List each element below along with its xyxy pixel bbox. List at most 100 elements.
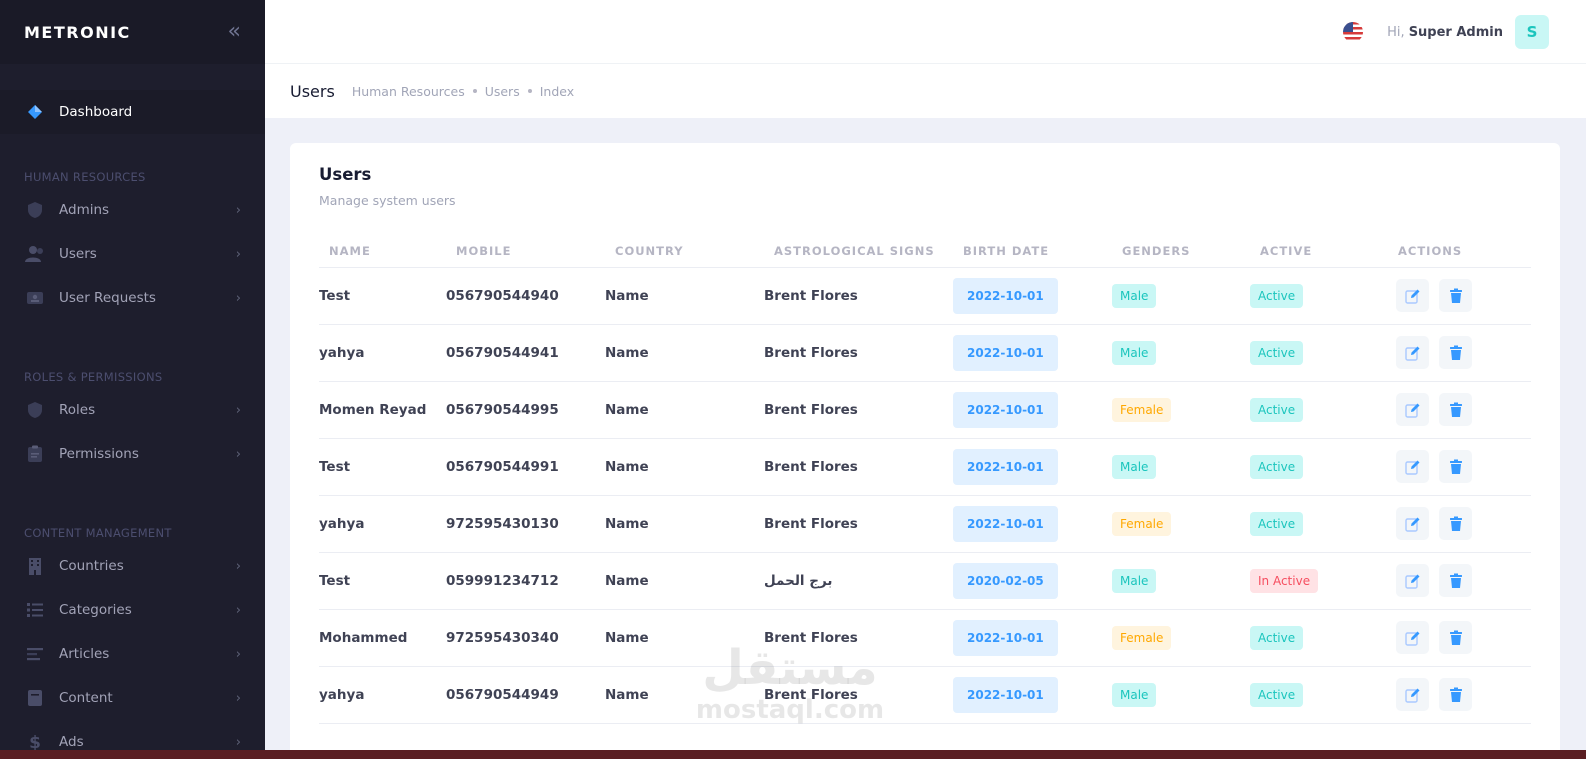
cell-gender: Female bbox=[1112, 495, 1250, 553]
edit-button[interactable] bbox=[1396, 279, 1429, 312]
edit-icon bbox=[1404, 288, 1421, 304]
edit-button[interactable] bbox=[1396, 393, 1429, 426]
cell-sign: برج الحمل bbox=[764, 552, 953, 610]
sidebar-item-label: Admins bbox=[59, 202, 110, 218]
edit-icon bbox=[1404, 630, 1421, 646]
sidebar-item-admins[interactable]: Admins › bbox=[0, 188, 265, 232]
shield-icon bbox=[24, 199, 46, 221]
sidebar-item-dashboard[interactable]: Dashboard bbox=[0, 90, 265, 134]
gender-badge: Male bbox=[1112, 283, 1157, 308]
sidebar-item-countries[interactable]: Countries › bbox=[0, 544, 265, 588]
user-name[interactable]: Super Admin bbox=[1409, 25, 1503, 40]
breadcrumb-separator bbox=[472, 89, 477, 93]
users-table: NAME MOBILE COUNTRY ASTROLOGICAL SIGNS B… bbox=[319, 236, 1531, 724]
breadcrumb-item[interactable]: Human Resources bbox=[352, 84, 465, 99]
sidebar-item-categories[interactable]: Categories › bbox=[0, 588, 265, 632]
breadcrumb-item[interactable]: Users bbox=[485, 84, 520, 99]
column-header[interactable]: BIRTH DATE bbox=[953, 236, 1112, 268]
birth-date-badge: 2022-10-01 bbox=[953, 676, 1058, 713]
status-badge: Active bbox=[1250, 454, 1304, 479]
column-header[interactable]: ASTROLOGICAL SIGNS bbox=[764, 236, 953, 268]
sidebar-item-roles[interactable]: Roles › bbox=[0, 388, 265, 432]
cell-name: yahya bbox=[319, 495, 446, 553]
chevron-right-icon: › bbox=[235, 690, 241, 706]
column-header[interactable]: ACTIVE bbox=[1250, 236, 1388, 268]
cell-gender: Male bbox=[1112, 267, 1250, 325]
book-icon bbox=[24, 687, 46, 709]
gender-badge: Male bbox=[1112, 568, 1157, 593]
breadcrumb-item[interactable]: Index bbox=[540, 84, 574, 99]
sidebar-item-articles[interactable]: Articles › bbox=[0, 632, 265, 676]
cell-country: Name bbox=[605, 324, 764, 382]
edit-button[interactable] bbox=[1396, 564, 1429, 597]
cell-actions bbox=[1388, 267, 1531, 325]
clipboard-icon bbox=[24, 443, 46, 465]
delete-button[interactable] bbox=[1439, 621, 1472, 654]
cell-mobile: 056790544991 bbox=[446, 438, 605, 496]
delete-button[interactable] bbox=[1439, 450, 1472, 483]
cell-active: Active bbox=[1250, 666, 1388, 724]
shield-icon bbox=[24, 399, 46, 421]
delete-button[interactable] bbox=[1439, 678, 1472, 711]
cell-name: yahya bbox=[319, 666, 446, 724]
edit-button[interactable] bbox=[1396, 507, 1429, 540]
delete-button[interactable] bbox=[1439, 564, 1472, 597]
users-icon bbox=[24, 243, 46, 265]
gender-badge: Female bbox=[1112, 511, 1172, 536]
table-row: Test 056790544940 Name Brent Flores 2022-10-… bbox=[319, 267, 1531, 325]
gender-badge: Male bbox=[1112, 340, 1157, 365]
double-chevron-left-icon[interactable]: « bbox=[228, 21, 241, 43]
cell-name: yahya bbox=[319, 324, 446, 382]
column-header[interactable]: MOBILE bbox=[446, 236, 605, 268]
birth-date-badge: 2022-10-01 bbox=[953, 391, 1058, 428]
delete-button[interactable] bbox=[1439, 336, 1472, 369]
delete-button[interactable] bbox=[1439, 393, 1472, 426]
cell-gender: Male bbox=[1112, 324, 1250, 382]
delete-button[interactable] bbox=[1439, 507, 1472, 540]
users-card: Users Manage system users NAME MOBILE CO… bbox=[290, 143, 1560, 759]
cell-name: Momen Reyad bbox=[319, 381, 446, 439]
cell-sign: Brent Flores bbox=[764, 666, 953, 724]
chevron-right-icon: › bbox=[235, 402, 241, 418]
avatar[interactable]: S bbox=[1515, 15, 1549, 49]
edit-button[interactable] bbox=[1396, 621, 1429, 654]
table-row: Mohammed 972595430340 Name Brent Flores 2022… bbox=[319, 609, 1531, 667]
edit-icon bbox=[1404, 402, 1421, 418]
edit-button[interactable] bbox=[1396, 678, 1429, 711]
brand-logo: METRONIC bbox=[24, 22, 131, 42]
status-badge: Active bbox=[1250, 625, 1304, 650]
diamond-icon bbox=[24, 101, 46, 123]
cell-actions bbox=[1388, 609, 1531, 667]
cell-birth-date: 2020-02-05 bbox=[953, 552, 1112, 610]
table-header-row: NAME MOBILE COUNTRY ASTROLOGICAL SIGNS B… bbox=[319, 236, 1531, 268]
cell-birth-date: 2022-10-01 bbox=[953, 495, 1112, 553]
edit-button[interactable] bbox=[1396, 336, 1429, 369]
taskbar-strip bbox=[0, 750, 1586, 759]
cell-mobile: 056790544949 bbox=[446, 666, 605, 724]
column-header[interactable]: GENDERS bbox=[1112, 236, 1250, 268]
cell-country: Name bbox=[605, 381, 764, 439]
sidebar-item-user-requests[interactable]: User Requests › bbox=[0, 276, 265, 320]
edit-icon bbox=[1404, 516, 1421, 532]
sidebar-item-label: Ads bbox=[59, 734, 84, 750]
top-header: Hi, Super Admin S bbox=[265, 0, 1586, 64]
sidebar-item-users[interactable]: Users › bbox=[0, 232, 265, 276]
us-flag-icon[interactable] bbox=[1343, 22, 1364, 42]
cell-birth-date: 2022-10-01 bbox=[953, 666, 1112, 724]
sidebar-item-permissions[interactable]: Permissions › bbox=[0, 432, 265, 476]
sidebar-item-label: User Requests bbox=[59, 290, 156, 306]
column-header[interactable]: COUNTRY bbox=[605, 236, 764, 268]
status-badge: Active bbox=[1250, 511, 1304, 536]
column-header[interactable]: NAME bbox=[319, 236, 446, 268]
trash-icon bbox=[1449, 288, 1463, 304]
edit-button[interactable] bbox=[1396, 450, 1429, 483]
sidebar-item-content[interactable]: Content › bbox=[0, 676, 265, 720]
chevron-right-icon: › bbox=[235, 202, 241, 218]
sidebar-item-label: Permissions bbox=[59, 446, 139, 462]
sidebar-item-label: Users bbox=[59, 246, 97, 262]
delete-button[interactable] bbox=[1439, 279, 1472, 312]
cell-mobile: 056790544995 bbox=[446, 381, 605, 439]
table-body: Test 056790544940 Name Brent Flores 2022-10-… bbox=[319, 267, 1531, 724]
